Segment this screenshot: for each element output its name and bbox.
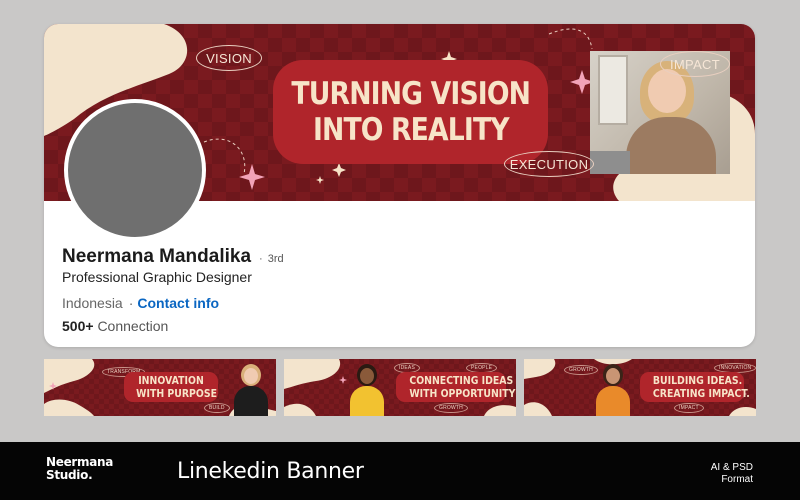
thumb-person — [232, 359, 270, 416]
thumbnail-banner-1[interactable]: TRANSFORM INNOVATION WITH PURPOSE BUILD — [44, 359, 276, 416]
profile-name: Neermana Mandalika — [62, 246, 252, 267]
connections[interactable]: 500+ Connection — [62, 318, 168, 334]
thumb-person — [594, 359, 632, 416]
thumb-pill: IMPACT — [674, 403, 704, 413]
connections-label: Connection — [97, 318, 169, 334]
format-line-1: AI & PSD — [710, 462, 753, 473]
thumb-headline-line-1: BUILDING IDEAS. — [652, 374, 743, 387]
photo-window — [598, 55, 628, 125]
dashed-arc-right — [548, 28, 593, 50]
contact-info-link[interactable]: Contact info — [137, 295, 219, 311]
sparkle-icon — [316, 176, 324, 184]
format-info: AI & PSD Format — [711, 462, 753, 486]
connections-count: 500+ — [62, 318, 94, 334]
thumb-headline-line-2: CREATING IMPACT. — [652, 387, 750, 400]
thumb-headline-line-2: WITH PURPOSE — [136, 387, 217, 400]
profile-headline: Professional Graphic Designer — [62, 269, 252, 285]
thumb-headline: BUILDING IDEAS. CREATING IMPACT. — [640, 372, 750, 402]
sparkle-icon — [332, 163, 346, 177]
connection-degree: · 3rd — [259, 253, 284, 265]
photo-laptop — [590, 151, 630, 174]
brand-logo: Neermana Studio. — [46, 456, 113, 482]
headline-line-1: TURNING VISION — [291, 76, 531, 112]
format-line-2: Format — [721, 474, 753, 485]
thumb-person — [348, 359, 386, 416]
thumb-headline: CONNECTING IDEAS WITH OPPORTUNITY — [396, 372, 516, 402]
thumb-headline: INNOVATION WITH PURPOSE — [124, 372, 218, 402]
vision-pill: VISION — [196, 45, 262, 71]
location-row: Indonesia · Contact info — [62, 295, 219, 311]
degree-value: 3rd — [267, 253, 284, 265]
impact-pill: IMPACT — [660, 51, 730, 77]
photo-body — [626, 117, 716, 174]
thumb-pill: BUILD — [204, 403, 230, 413]
brand-line-2: Studio. — [46, 468, 93, 482]
location-separator: · — [128, 295, 134, 311]
thumbnail-banner-3[interactable]: GROWTH INNOVATION BUILDING IDEAS. CREATI… — [524, 359, 756, 416]
thumb-headline-line-1: INNOVATION — [138, 374, 204, 387]
headline-line-2: INTO REALITY — [312, 112, 510, 148]
sparkle-icon — [239, 164, 265, 190]
thumb-headline-line-2: WITH OPPORTUNITY — [409, 387, 516, 400]
sparkle-icon — [339, 376, 347, 384]
name-row: Neermana Mandalika · 3rd — [62, 246, 284, 268]
product-title: Linekedin Banner — [177, 459, 364, 484]
degree-separator: · — [259, 253, 263, 265]
avatar[interactable] — [64, 99, 206, 241]
dashed-arc — [203, 138, 246, 175]
thumb-headline-line-1: CONNECTING IDEAS — [409, 374, 514, 387]
thumb-pill: GROWTH — [434, 403, 468, 413]
location: Indonesia — [62, 295, 123, 311]
footer-bar: Neermana Studio. Linekedin Banner AI & P… — [0, 442, 800, 500]
thumb-pill: GROWTH — [564, 365, 598, 375]
profile-card: VISION TURNING VISION INTO REALITY IMPAC… — [44, 24, 755, 347]
execution-pill: EXECUTION — [504, 151, 594, 177]
banner-headline: TURNING VISION INTO REALITY — [273, 60, 548, 164]
thumbnail-banner-2[interactable]: IDEAS PEOPLE CONNECTING IDEAS WITH OPPOR… — [284, 359, 516, 416]
